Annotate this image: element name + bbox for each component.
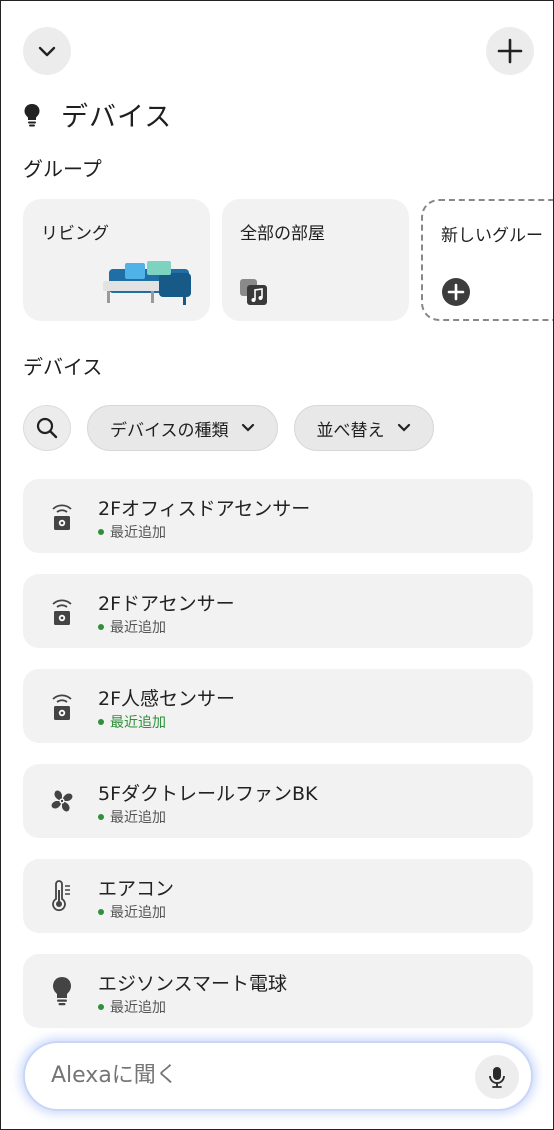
device-type-label: デバイスの種類	[110, 420, 229, 441]
status-dot	[98, 624, 104, 630]
page-title-row: デバイス	[23, 95, 172, 134]
device-status: 最近追加	[98, 807, 166, 827]
alexa-ask-bar[interactable]	[23, 1041, 533, 1111]
group-card-living[interactable]: リビング	[23, 199, 210, 321]
status-dot	[98, 529, 104, 535]
device-name: 2Fドアセンサー	[98, 593, 235, 615]
chevron-down-icon	[397, 423, 411, 433]
app-screen: デバイス グループ リビング 全部の部屋 新しいグルー デバイス デバイスの種類…	[0, 0, 554, 1130]
device-row[interactable]: 2Fドアセンサー 最近追加	[23, 574, 533, 648]
device-status: 最近追加	[98, 617, 166, 637]
contact-sensor-icon	[45, 499, 79, 533]
contact-sensor-icon	[45, 689, 79, 723]
device-name: 2F人感センサー	[98, 688, 236, 710]
multi-device-music-icon	[240, 279, 267, 305]
search-button[interactable]	[23, 405, 71, 451]
sort-filter[interactable]: 並べ替え	[293, 405, 434, 451]
group-card-label: 全部の部屋	[240, 224, 325, 244]
devices-section-label: デバイス	[23, 355, 103, 379]
page-title: デバイス	[61, 102, 173, 133]
device-row[interactable]: 5FダクトレールファンBK 最近追加	[23, 764, 533, 838]
device-name: 5FダクトレールファンBK	[98, 783, 318, 805]
status-dot	[98, 719, 104, 725]
search-icon	[36, 417, 58, 439]
device-status: 最近追加	[98, 997, 166, 1017]
device-status: 最近追加	[98, 712, 166, 732]
status-dot	[98, 909, 104, 915]
microphone-button[interactable]	[475, 1055, 519, 1099]
new-group-card[interactable]: 新しいグルー	[421, 199, 553, 321]
device-row[interactable]: エアコン 最近追加	[23, 859, 533, 933]
collapse-button[interactable]	[23, 27, 71, 75]
device-name: エジソンスマート電球	[98, 973, 288, 995]
plus-icon	[497, 38, 523, 64]
sofa-illustration	[103, 261, 191, 305]
status-dot	[98, 1004, 104, 1010]
device-row[interactable]: エジソンスマート電球 最近追加	[23, 954, 533, 1028]
group-card-label: 新しいグルー	[441, 226, 543, 246]
device-status: 最近追加	[98, 522, 166, 542]
group-card-label: リビング	[41, 224, 109, 244]
chevron-down-icon	[38, 46, 56, 57]
device-type-filter[interactable]: デバイスの種類	[87, 405, 278, 451]
add-button[interactable]	[486, 27, 534, 75]
groups-section-label: グループ	[23, 157, 102, 181]
device-filter-toolbar: デバイスの種類 並べ替え	[23, 405, 434, 451]
contact-sensor-icon	[45, 594, 79, 628]
add-circle-icon	[442, 278, 470, 306]
ask-alexa-input[interactable]	[51, 1063, 451, 1088]
status-dot	[98, 814, 104, 820]
group-card-all-rooms[interactable]: 全部の部屋	[222, 199, 409, 321]
device-name: 2Fオフィスドアセンサー	[98, 498, 311, 520]
device-row[interactable]: 2Fオフィスドアセンサー 最近追加	[23, 479, 533, 553]
chevron-down-icon	[241, 423, 255, 433]
device-row[interactable]: 2F人感センサー 最近追加	[23, 669, 533, 743]
fan-icon	[45, 784, 79, 818]
sort-label: 並べ替え	[316, 420, 385, 441]
device-status: 最近追加	[98, 902, 166, 922]
lightbulb-icon	[45, 974, 79, 1008]
microphone-icon	[489, 1067, 505, 1088]
lightbulb-icon	[24, 103, 40, 126]
thermometer-icon	[45, 879, 79, 913]
device-name: エアコン	[98, 878, 175, 900]
